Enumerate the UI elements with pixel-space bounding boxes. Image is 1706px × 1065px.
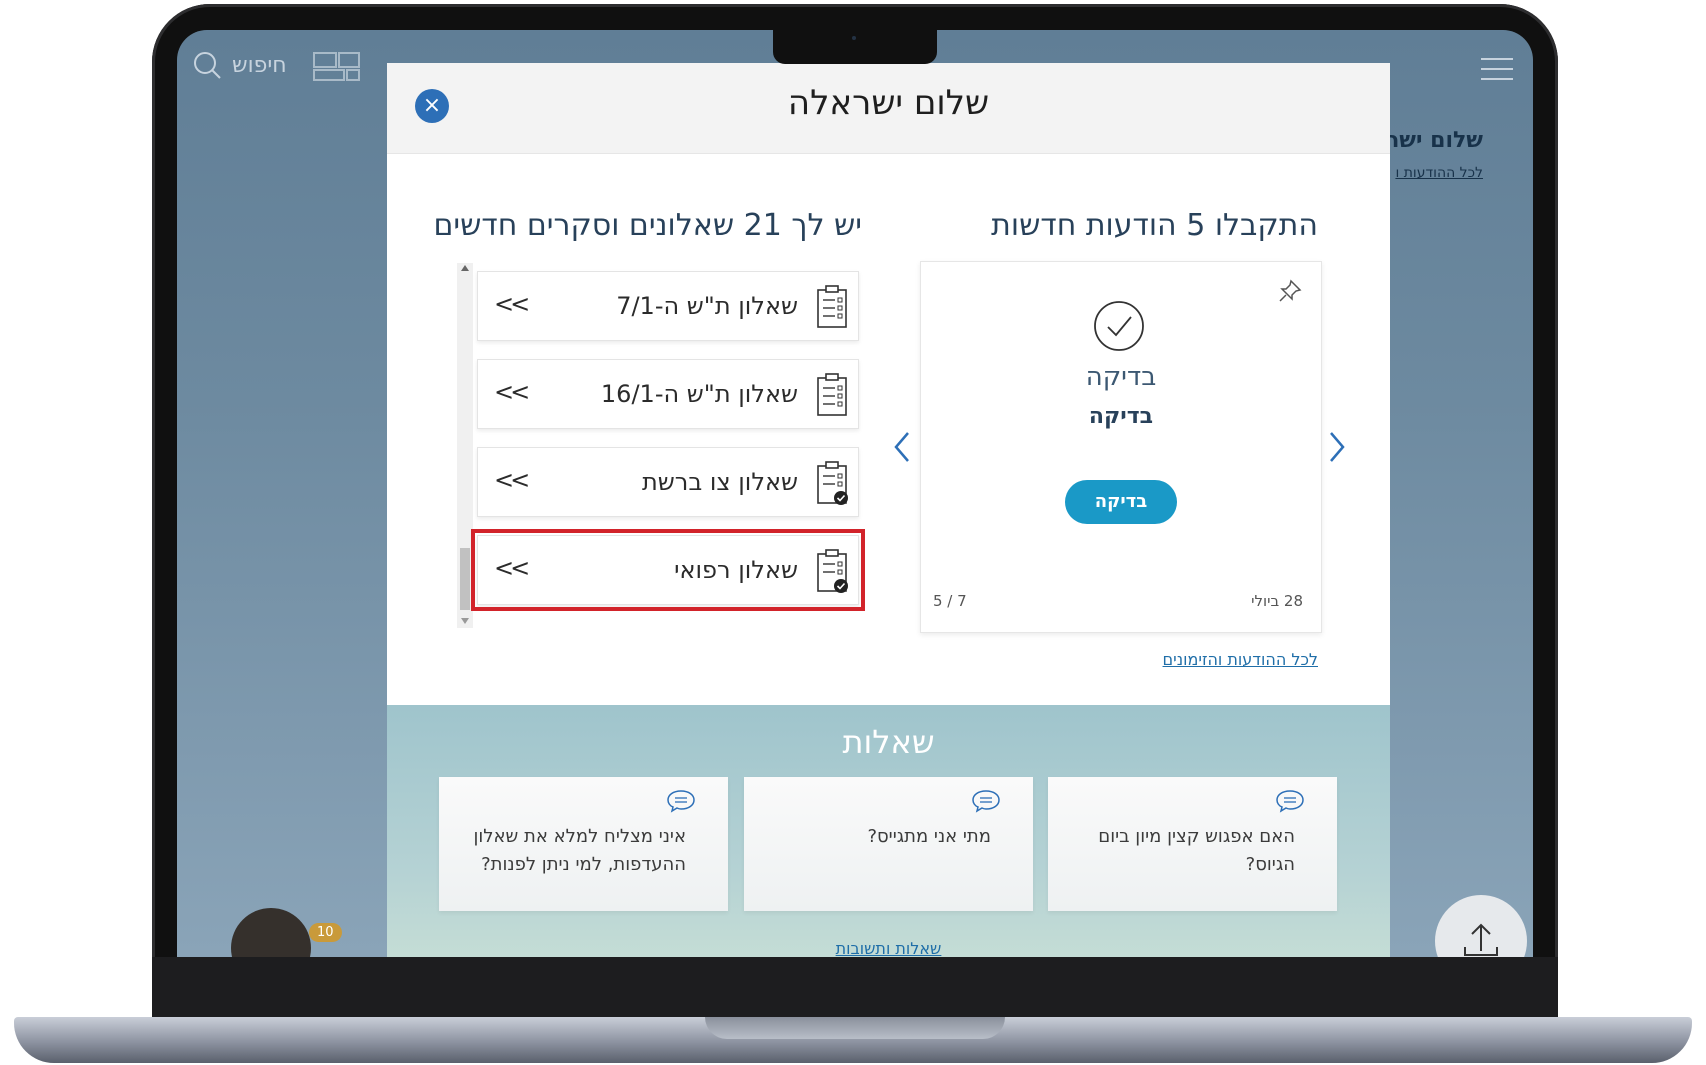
speech-bubble-icon (667, 790, 695, 813)
faq-title: שאלות (842, 723, 935, 761)
chevron-right-icon[interactable] (1327, 429, 1347, 465)
message-counter: 5 / 7 (933, 592, 967, 610)
scroll-thumb[interactable] (460, 548, 470, 610)
search-icon (194, 52, 221, 79)
faq-question: האם אפגוש קצין מיון ביום הגיוס? (1098, 826, 1295, 875)
scroll-up-icon[interactable] (461, 265, 469, 271)
pin-icon[interactable] (1277, 278, 1303, 304)
chat-badge: 10 (309, 923, 342, 942)
survey-label: שאלון רפואי (674, 556, 798, 584)
clipboard-icon (817, 373, 847, 416)
faq-question: מתי אני מתגייס? (867, 826, 991, 847)
chat-avatar[interactable] (231, 908, 311, 957)
search-label: חיפוש (232, 52, 287, 78)
faq-card[interactable]: מתי אני מתגייס? (744, 777, 1033, 911)
message-card: בדיקה בדיקה בדיקה 28 ביולי 5 / 7 (920, 261, 1322, 633)
modal-header: × שלום ישראלה (387, 63, 1390, 154)
chevron-left-icon[interactable] (892, 429, 912, 465)
upload-icon (1464, 923, 1498, 956)
chevron-left-icon: << (494, 378, 530, 406)
hamburger-icon[interactable] (1481, 58, 1513, 80)
screen: חיפוש שלום ישרא לכל ההודעות ו 10 × שלום … (177, 30, 1533, 957)
survey-label: שאלון ת"ש ה-7/1 (616, 292, 798, 320)
camera-notch (773, 28, 937, 64)
faq-card[interactable]: האם אפגוש קצין מיון ביום הגיוס? (1048, 777, 1337, 911)
message-date: 28 ביולי (1251, 592, 1303, 610)
message-subtitle: בדיקה (1085, 362, 1157, 392)
chevron-left-icon: << (494, 290, 530, 318)
surveys-title: יש לך 21 שאלונים וסקרים חדשים (433, 208, 862, 243)
faq-section: שאלות האם אפגוש קצין מיון ביום הגיוס? מת… (387, 705, 1390, 957)
check-circle-icon (1094, 301, 1144, 351)
clipboard-check-icon (817, 549, 848, 593)
chevron-left-icon: << (494, 554, 530, 582)
message-action-button[interactable]: בדיקה (1065, 480, 1177, 524)
messages-title: התקבלו 5 הודעות חדשות (991, 208, 1318, 243)
survey-item[interactable]: << שאלון ת"ש ה-7/1 (477, 271, 859, 341)
laptop-base-notch (705, 1017, 1005, 1039)
survey-label: שאלון ת"ש ה-16/1 (600, 380, 798, 408)
scrollbar[interactable] (457, 263, 473, 628)
grid-icon[interactable] (313, 52, 361, 82)
clipboard-icon (817, 285, 847, 328)
laptop-hinge (152, 957, 1558, 1019)
camera (852, 36, 856, 40)
background-messages-link[interactable]: לכל ההודעות ו (1395, 165, 1483, 181)
faq-card[interactable]: איני מצליח למלא את שאלון ההעדפות, למי ני… (439, 777, 728, 911)
scroll-down-icon[interactable] (461, 618, 469, 624)
welcome-modal: × שלום ישראלה התקבלו 5 הודעות חדשות יש ל… (387, 63, 1390, 957)
survey-item-selected[interactable]: << שאלון רפואי (471, 529, 865, 611)
survey-item[interactable]: << שאלון צו ברשת (477, 447, 859, 517)
modal-title: שלום ישראלה (787, 83, 990, 123)
chevron-left-icon: << (494, 466, 530, 494)
scroll-top-button[interactable] (1435, 895, 1527, 957)
message-heading: בדיקה (1088, 404, 1154, 429)
survey-label: שאלון צו ברשת (642, 468, 798, 496)
speech-bubble-icon (972, 790, 1000, 813)
all-messages-link[interactable]: לכל ההודעות והזימונים (1163, 650, 1318, 669)
survey-item[interactable]: << שאלון ת"ש ה-16/1 (477, 359, 859, 429)
survey-list: << שאלון ת"ש ה-7/1 << שאלון ת"ש ה-16/1 <… (457, 263, 865, 633)
speech-bubble-icon (1276, 790, 1304, 813)
faq-question: איני מצליח למלא את שאלון ההעדפות, למי ני… (473, 826, 686, 875)
clipboard-check-icon (817, 461, 848, 505)
background-search[interactable]: חיפוש (192, 50, 287, 80)
faq-link[interactable]: שאלות ותשובות (387, 939, 1390, 957)
